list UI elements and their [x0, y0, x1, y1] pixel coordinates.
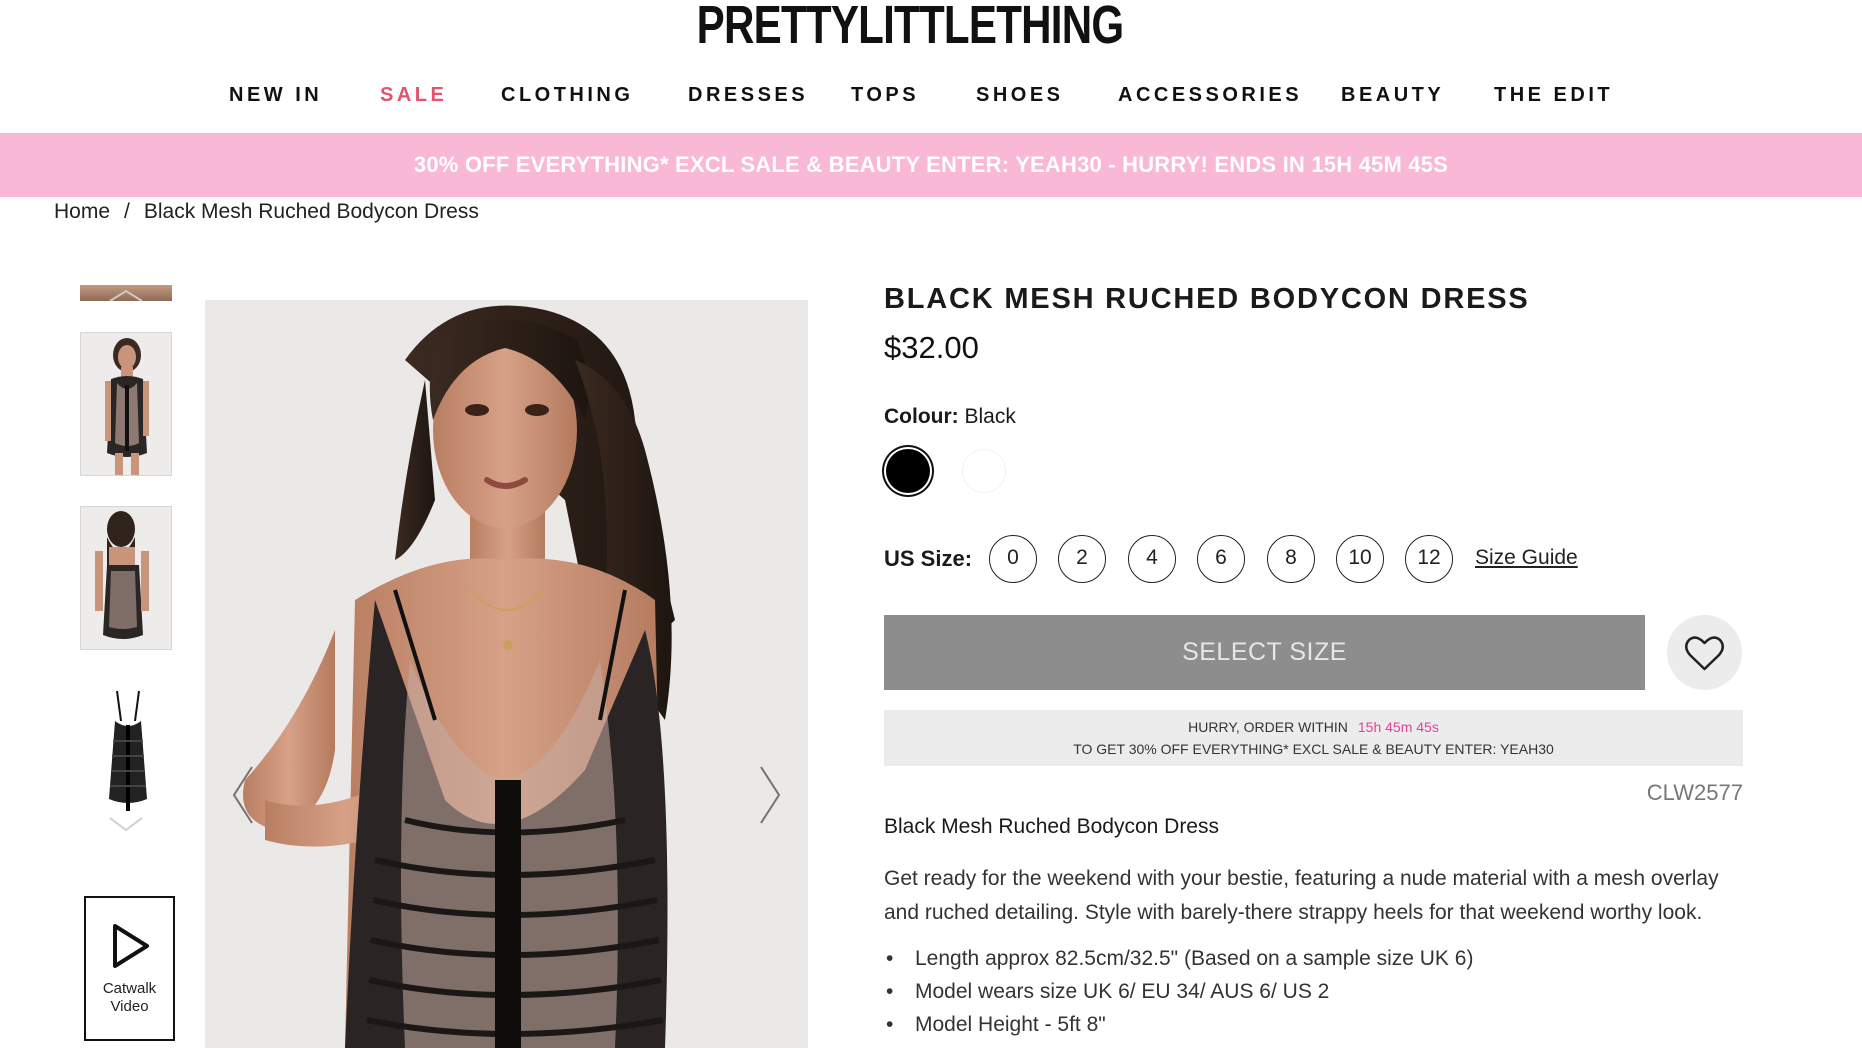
nav-accessories[interactable]: ACCESSORIES — [1118, 84, 1302, 107]
model-photo — [243, 305, 675, 1048]
play-icon — [113, 924, 149, 968]
thumbnail-front[interactable] — [80, 332, 172, 476]
select-size-button[interactable]: SELECT SIZE — [884, 615, 1645, 690]
chevron-up-icon[interactable] — [80, 285, 172, 301]
catwalk-label-line2: Video — [110, 998, 149, 1015]
hurry-line-2: TO GET 30% OFF EVERYTHING* EXCL SALE & B… — [1073, 741, 1554, 757]
heart-icon — [1685, 636, 1724, 671]
hurry-line-1: HURRY, ORDER WITHIN 15h 45m 45s — [884, 719, 1743, 735]
thumbnail-partial[interactable] — [80, 285, 172, 301]
breadcrumb-current: Black Mesh Ruched Bodycon Dress — [143, 200, 479, 223]
breadcrumb: Home / Black Mesh Ruched Bodycon Dress — [54, 200, 493, 224]
nav-the-edit[interactable]: THE EDIT — [1494, 84, 1613, 107]
product-title: BLACK MESH RUCHED BODYCON DRESS — [884, 283, 1530, 315]
nav-sale[interactable]: SALE — [380, 84, 447, 107]
colour-label: Colour: — [884, 405, 959, 428]
list-item: Length approx 82.5cm/32.5" (Based on a s… — [884, 942, 1754, 975]
wishlist-button[interactable] — [1667, 615, 1742, 690]
size-option-2[interactable]: 2 — [1058, 535, 1106, 583]
hurry-banner: HURRY, ORDER WITHIN 15h 45m 45s TO GET 30… — [884, 710, 1743, 766]
product-details-list: Length approx 82.5cm/32.5" (Based on a s… — [884, 942, 1754, 1041]
colour-row: Colour: Black — [884, 405, 1016, 429]
breadcrumb-separator: / — [124, 200, 130, 223]
nav-clothing[interactable]: CLOTHING — [501, 84, 633, 107]
swatch-white[interactable] — [962, 449, 1006, 493]
hurry-text: HURRY, ORDER WITHIN — [1188, 719, 1348, 735]
chevron-down-icon[interactable] — [108, 814, 144, 834]
size-option-0[interactable]: 0 — [989, 535, 1037, 583]
nav-new-in[interactable]: NEW IN — [229, 84, 322, 107]
chevron-left-icon[interactable] — [230, 765, 256, 825]
chevron-right-icon[interactable] — [757, 765, 783, 825]
list-item: Model wears size UK 6/ EU 34/ AUS 6/ US … — [884, 975, 1754, 1008]
size-label: US Size: — [884, 546, 973, 571]
promo-banner[interactable]: 30% OFF EVERYTHING* EXCL SALE & BEAUTY E… — [0, 133, 1862, 197]
thumbnail-back[interactable] — [80, 506, 172, 650]
size-option-12[interactable]: 12 — [1405, 535, 1453, 583]
catwalk-video-button[interactable]: Catwalk Video — [84, 896, 175, 1041]
thumbnail-flat[interactable] — [80, 680, 172, 824]
nav-shoes[interactable]: SHOES — [976, 84, 1064, 107]
size-option-6[interactable]: 6 — [1197, 535, 1245, 583]
model-back-thumbnail — [95, 511, 149, 639]
size-option-4[interactable]: 4 — [1128, 535, 1176, 583]
size-guide-link[interactable]: Size Guide — [1475, 546, 1578, 570]
model-front-thumbnail — [105, 338, 149, 475]
catwalk-label: Catwalk Video — [86, 980, 173, 1016]
nav-dresses[interactable]: DRESSES — [688, 84, 808, 107]
colour-value: Black — [964, 405, 1016, 428]
product-price: $32.00 — [884, 330, 979, 365]
description-title: Black Mesh Ruched Bodycon Dress — [884, 815, 1219, 838]
nav-tops[interactable]: TOPS — [851, 84, 919, 107]
catwalk-label-line1: Catwalk — [102, 980, 157, 997]
size-option-10[interactable]: 10 — [1336, 535, 1384, 583]
breadcrumb-home[interactable]: Home — [54, 200, 110, 223]
dress-flat-thumbnail — [109, 690, 147, 811]
list-item: Model Height - 5ft 8" — [884, 1008, 1754, 1041]
product-code: CLW2577 — [1646, 780, 1743, 805]
size-option-8[interactable]: 8 — [1267, 535, 1315, 583]
product-description: Get ready for the weekend with your best… — [884, 867, 1719, 924]
nav-beauty[interactable]: BEAUTY — [1341, 84, 1444, 107]
swatch-black[interactable] — [886, 449, 930, 493]
brand-logo[interactable]: PRETTYLITTLETHING — [200, 0, 1620, 55]
hurry-timer: 15h 45m 45s — [1357, 719, 1439, 735]
main-product-image — [205, 300, 808, 1048]
main-nav: NEW IN SALE CLOTHING DRESSES TOPS SHOES … — [0, 84, 1820, 114]
